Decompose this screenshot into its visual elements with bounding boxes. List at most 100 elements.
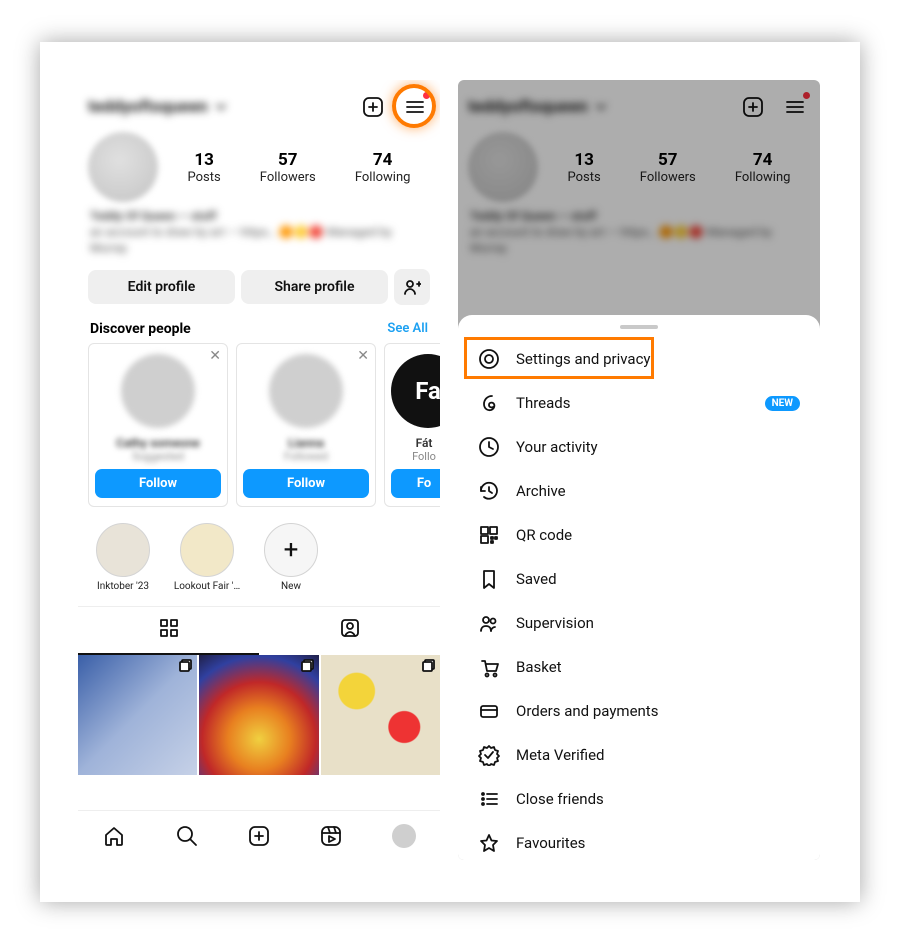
- suggestion-card: ✕ Cathy someone Suggested Follow: [88, 343, 228, 507]
- menu-label: Favourites: [516, 834, 585, 852]
- home-icon[interactable]: [102, 824, 126, 848]
- bookmark-icon: [478, 568, 500, 590]
- menu-basket[interactable]: Basket: [462, 645, 816, 689]
- menu-favourites[interactable]: Favourites: [462, 821, 816, 860]
- add-person-icon: [403, 278, 421, 296]
- follow-button[interactable]: Fo: [391, 469, 440, 498]
- avatar-initials: Fa: [415, 377, 440, 405]
- suggestion-avatar[interactable]: Fa: [391, 354, 440, 428]
- stat-posts-value: 13: [188, 150, 221, 170]
- menu-label: Orders and payments: [516, 702, 658, 720]
- post-thumbnail[interactable]: [199, 655, 318, 775]
- stat-posts[interactable]: 13 Posts: [188, 150, 221, 185]
- phone-right-menu: teddyoftsqueen 13Posts 57Followers 74Fol…: [458, 80, 820, 860]
- highlights-row[interactable]: Inktober '23 Lookout Fair '… +New: [78, 507, 440, 600]
- post-thumbnail[interactable]: [78, 655, 197, 775]
- menu-threads[interactable]: Threads NEW: [462, 381, 816, 425]
- menu-label: Close friends: [516, 790, 604, 808]
- menu-your-activity[interactable]: Your activity: [462, 425, 816, 469]
- new-badge: NEW: [765, 396, 800, 411]
- gear-icon: [478, 348, 500, 370]
- bio-line3: Murray: [90, 240, 428, 256]
- hamburger-menu-button[interactable]: [402, 94, 428, 120]
- options-bottom-sheet: Settings and privacy Threads NEW Your ac…: [458, 315, 820, 860]
- menu-orders-payments[interactable]: Orders and payments: [462, 689, 816, 733]
- threads-icon: [478, 392, 500, 414]
- close-icon[interactable]: ✕: [357, 348, 369, 364]
- menu-label: Supervision: [516, 614, 594, 632]
- discover-title: Discover people: [90, 321, 191, 337]
- plus-icon: +: [284, 535, 299, 565]
- menu-archive[interactable]: Archive: [462, 469, 816, 513]
- stat-followers-label: Followers: [260, 170, 316, 185]
- grid-icon: [158, 617, 180, 639]
- carousel-icon: [179, 659, 193, 673]
- verified-icon: [478, 744, 500, 766]
- close-icon[interactable]: ✕: [209, 348, 221, 364]
- sheet-grabber[interactable]: [620, 325, 658, 329]
- tab-grid[interactable]: [78, 607, 259, 655]
- highlight-item[interactable]: Lookout Fair '…: [172, 523, 242, 592]
- menu-label: QR code: [516, 526, 572, 544]
- profile-avatar[interactable]: [88, 132, 158, 202]
- menu-label: Threads: [516, 394, 570, 412]
- discover-cards[interactable]: ✕ Cathy someone Suggested Follow ✕ Liann…: [78, 343, 440, 507]
- suggestion-name: Fát: [391, 436, 440, 450]
- menu-label: Basket: [516, 658, 562, 676]
- menu-qr-code[interactable]: QR code: [462, 513, 816, 557]
- post-thumbnail[interactable]: [321, 655, 440, 775]
- card-icon: [478, 700, 500, 722]
- activity-icon: [478, 436, 500, 458]
- carousel-icon: [301, 659, 315, 673]
- menu-close-friends[interactable]: Close friends: [462, 777, 816, 821]
- stat-following-value: 74: [355, 150, 411, 170]
- stat-following[interactable]: 74 Following: [355, 150, 411, 185]
- options-menu: Settings and privacy Threads NEW Your ac…: [458, 337, 820, 860]
- username-text: teddyoftsqueen: [88, 97, 208, 117]
- profile-bio: Teddy Of Queen — stuff an account to dra…: [78, 206, 440, 263]
- profile-header: teddyoftsqueen: [78, 80, 440, 130]
- menu-label: Archive: [516, 482, 566, 500]
- create-post-button[interactable]: [360, 94, 386, 120]
- highlight-cover: [180, 523, 234, 577]
- highlight-label: Inktober '23: [88, 581, 158, 592]
- suggestion-sub: Suggested: [95, 450, 221, 463]
- create-icon[interactable]: [247, 824, 271, 848]
- follow-button[interactable]: Follow: [95, 469, 221, 498]
- menu-label: Meta Verified: [516, 746, 604, 764]
- stat-followers[interactable]: 57 Followers: [260, 150, 316, 185]
- profile-tab-avatar[interactable]: [392, 824, 416, 848]
- posts-grid: [78, 655, 440, 775]
- suggestion-avatar[interactable]: [269, 354, 343, 428]
- stats-row: 13 Posts 57 Followers 74 Following: [78, 130, 440, 206]
- stat-posts-label: Posts: [188, 170, 221, 185]
- tab-tagged[interactable]: [259, 607, 440, 655]
- notification-dot-icon: [423, 92, 430, 99]
- phone-left-profile: teddyoftsqueen: [78, 80, 440, 860]
- search-icon[interactable]: [175, 824, 199, 848]
- see-all-link[interactable]: See All: [387, 321, 428, 336]
- suggestion-sub: Followed: [243, 450, 369, 463]
- highlight-cover: [96, 523, 150, 577]
- reels-icon[interactable]: [319, 824, 343, 848]
- bio-line2: an account to draw by art — https… 🟠🟡🔴 M…: [90, 224, 428, 240]
- edit-profile-button[interactable]: Edit profile: [88, 270, 235, 304]
- username-dropdown[interactable]: teddyoftsqueen: [88, 97, 228, 117]
- highlight-item[interactable]: Inktober '23: [88, 523, 158, 592]
- highlight-new[interactable]: +New: [256, 523, 326, 592]
- share-profile-button[interactable]: Share profile: [241, 270, 388, 304]
- menu-settings-privacy[interactable]: Settings and privacy: [462, 337, 816, 381]
- follow-button[interactable]: Follow: [243, 469, 369, 498]
- menu-saved[interactable]: Saved: [462, 557, 816, 601]
- bottom-nav: [78, 810, 440, 860]
- archive-icon: [478, 480, 500, 502]
- profile-tabs: [78, 606, 440, 655]
- bio-line1: Teddy Of Queen — stuff: [90, 208, 428, 224]
- menu-supervision[interactable]: Supervision: [462, 601, 816, 645]
- stat-following-label: Following: [355, 170, 411, 185]
- suggestion-sub: Follo: [391, 450, 440, 463]
- suggestion-avatar[interactable]: [121, 354, 195, 428]
- menu-label: Your activity: [516, 438, 598, 456]
- menu-meta-verified[interactable]: Meta Verified: [462, 733, 816, 777]
- discover-people-button[interactable]: [394, 269, 430, 305]
